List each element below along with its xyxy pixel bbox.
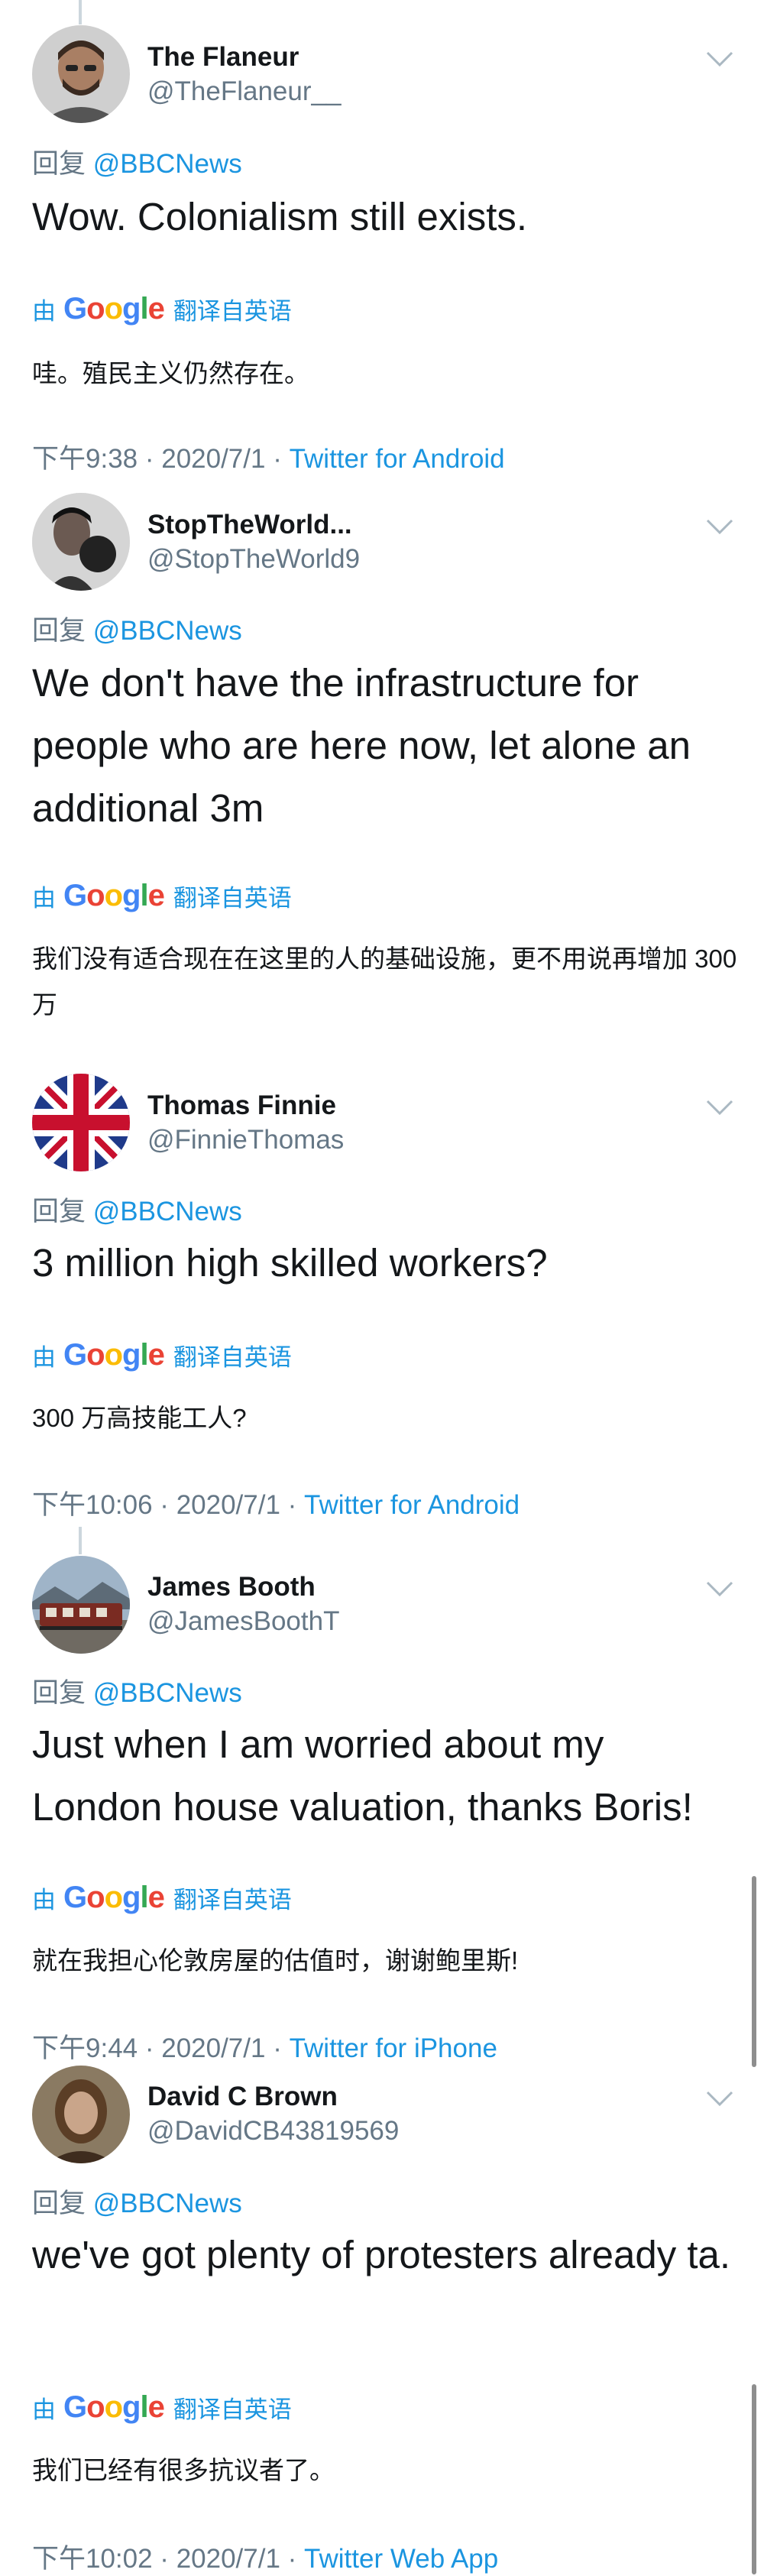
user-handle[interactable]: @DavidCB43819569 (147, 2116, 399, 2147)
tweet-text: we've got plenty of protesters already t… (32, 2233, 731, 2276)
avatar[interactable] (32, 2066, 130, 2163)
reply-context: 回复 @BBCNews (32, 2182, 242, 2221)
tweet-meta: 下午10:02 · 2020/7/1 · Twitter Web App (32, 2537, 498, 2576)
translate-source-label: 翻译自英语 (173, 2396, 292, 2423)
translated-text: 我们已经有很多抗议者了。 (32, 2456, 335, 2484)
tweet-timestamp[interactable]: 下午10:02 · 2020/7/1 · (32, 2544, 304, 2574)
translate-attribution[interactable]: 由 Google 翻译自英语 (32, 2390, 292, 2424)
display-name[interactable]: David C Brown (147, 2082, 338, 2112)
mention-link[interactable]: @BBCNews (93, 2189, 242, 2218)
google-logo-icon: Google (63, 2390, 165, 2424)
reply-prefix: 回复 (32, 2189, 86, 2218)
portrait-avatar-icon (32, 2066, 130, 2163)
tweet-card[interactable]: David C Brown @DavidCB43819569 回复 @BBCNe… (0, 0, 764, 2574)
translate-by-label: 由 (32, 2396, 56, 2423)
chevron-down-icon[interactable] (704, 2088, 735, 2109)
tweet-source-link[interactable]: Twitter Web App (304, 2544, 498, 2574)
